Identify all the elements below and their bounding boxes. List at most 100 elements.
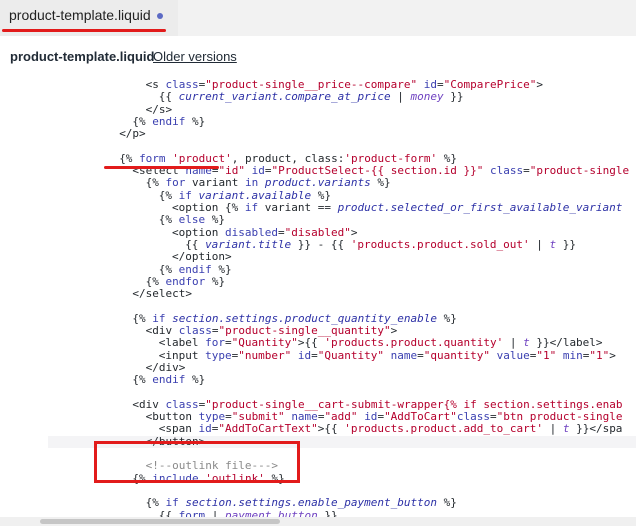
code-token: %} <box>437 496 457 510</box>
code-token: }}</spa <box>569 422 623 436</box>
code-token: endif <box>178 262 212 276</box>
code-token: %} <box>185 373 206 387</box>
code-token: 'products.product.sold_out' <box>350 237 530 251</box>
code-token: in <box>244 176 259 190</box>
file-header: product-template.liquid Older versions <box>0 36 636 68</box>
code-token: > <box>390 324 398 337</box>
tab-bar: product-template.liquid <box>0 0 636 36</box>
code-token: "product-single__price--compare" <box>205 78 418 91</box>
code-token: </p> <box>119 127 146 141</box>
code-token: "id" <box>218 164 246 178</box>
code-token: %} <box>370 176 391 190</box>
code-token: >{{ <box>317 422 345 436</box>
code-token: <button <box>145 410 199 424</box>
code-token: "disabled" <box>284 225 351 239</box>
code-token: | <box>542 422 563 436</box>
code-token: 'products.product.quantity' <box>324 336 504 350</box>
code-token: "AddToCart" <box>384 410 457 424</box>
code-line: {{ variant.title }} - {{ 'products.produ… <box>185 237 576 251</box>
code-token: {% <box>158 262 179 276</box>
code-token: <span <box>158 422 199 436</box>
code-token: t <box>523 336 530 350</box>
code-token: {% <box>145 496 166 510</box>
tab-label: product-template.liquid <box>9 7 151 23</box>
code-token: }} - {{ <box>291 237 351 251</box>
code-line: <input type="number" id="Quantity" name=… <box>159 348 616 362</box>
code-token: variant <box>185 176 245 190</box>
code-token: >{{ <box>297 336 325 350</box>
code-token: if <box>165 496 179 510</box>
scrollbar-thumb[interactable] <box>40 519 280 524</box>
code-token: endfor <box>165 274 206 288</box>
code-token: </s> <box>145 102 173 116</box>
code-token: <div <box>132 397 166 411</box>
code-token: money <box>410 90 444 104</box>
code-token: > <box>609 348 616 362</box>
code-token: variant.title <box>205 237 292 251</box>
code-token: "product-single__cart-submit-wrapper{% i… <box>205 397 623 411</box>
code-token: %} <box>437 311 457 325</box>
code-token: "product-single <box>529 164 630 178</box>
code-token: {% <box>158 188 179 202</box>
code-token: }}</label> <box>529 336 603 350</box>
code-token: > <box>350 225 358 239</box>
code-token: "btn product-single <box>496 410 623 424</box>
code-token: value <box>496 348 530 362</box>
code-token: {% <box>132 114 153 128</box>
code-token: = <box>523 164 530 178</box>
code-token: "product-single__quantity" <box>218 324 391 337</box>
code-token: form <box>139 151 166 165</box>
code-token: class <box>456 410 491 424</box>
code-token: "number" <box>238 348 292 362</box>
code-token: {% <box>119 151 140 165</box>
file-name: product-template.liquid <box>10 49 155 64</box>
code-token: name <box>390 348 418 362</box>
code-token: %} <box>211 262 232 276</box>
red-annotation-box <box>94 441 300 483</box>
code-token: for <box>205 336 226 350</box>
code-token: <option {% <box>172 201 245 214</box>
code-token: "1" <box>536 348 557 362</box>
code-token: type <box>198 410 226 424</box>
code-token: name <box>291 410 318 424</box>
code-token: = <box>417 348 424 362</box>
code-token: "add" <box>324 410 358 424</box>
code-token: type <box>205 348 232 362</box>
code-token: }} <box>556 237 576 251</box>
code-token: }} <box>443 90 464 104</box>
code-token: <label <box>158 336 206 350</box>
code-token: , product, class: <box>231 151 345 165</box>
code-token: else <box>178 213 206 227</box>
code-line: <option {% if variant == product.selecte… <box>172 201 622 214</box>
code-token: %} <box>205 274 226 288</box>
horizontal-scrollbar[interactable] <box>0 517 636 526</box>
code-token: {{ <box>158 90 179 104</box>
code-token: {% <box>158 213 179 227</box>
code-token: %} <box>311 188 332 202</box>
code-token: "1" <box>589 348 610 362</box>
code-token: if <box>178 188 192 202</box>
code-token: = <box>490 410 497 424</box>
code-token: class <box>165 78 199 91</box>
code-token: id <box>364 410 378 424</box>
code-token: {% <box>145 176 166 190</box>
code-token: variant.available <box>198 188 312 202</box>
code-token: = <box>277 225 285 239</box>
code-token: id <box>198 422 212 436</box>
code-token: | <box>390 90 411 104</box>
older-versions-link[interactable]: Older versions <box>153 49 237 64</box>
code-token: = <box>225 410 232 424</box>
code-token: class <box>490 164 524 178</box>
code-token: <option <box>172 225 225 239</box>
code-token: disabled <box>224 225 278 239</box>
code-token: current_variant.compare_at_price <box>178 90 391 104</box>
code-token: endif <box>152 373 186 387</box>
